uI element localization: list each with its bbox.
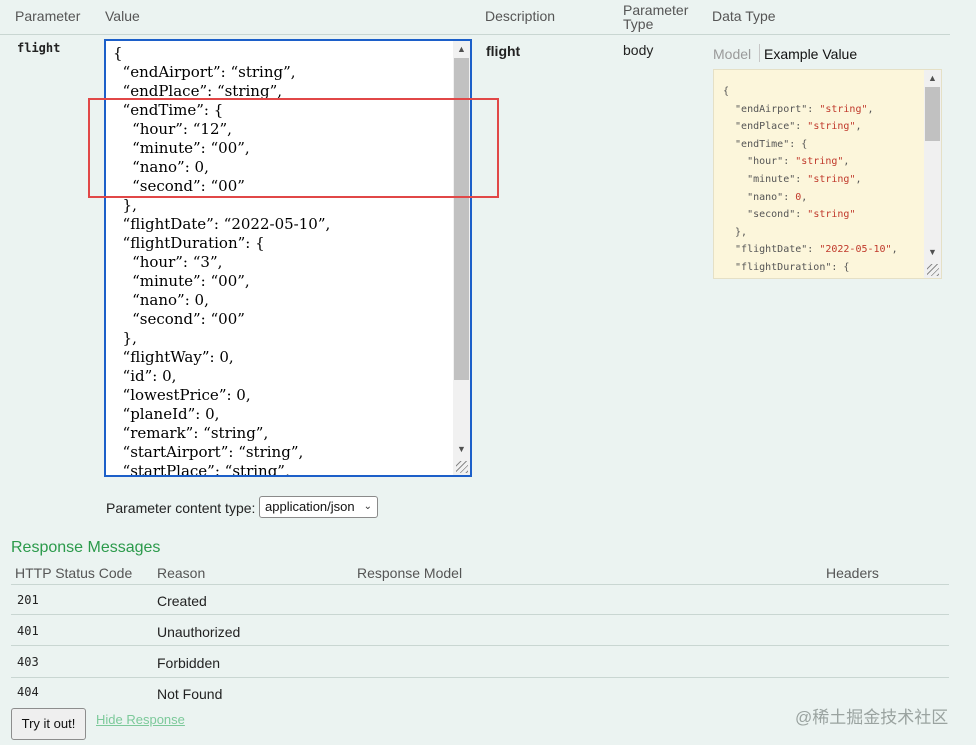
- body-value-editor[interactable]: { “endAirport”: “string”, “endPlace”: “s…: [104, 39, 472, 477]
- reason-cell: Created: [157, 593, 207, 609]
- body-value-text[interactable]: { “endAirport”: “string”, “endPlace”: “s…: [106, 41, 470, 475]
- header-value: Value: [105, 8, 140, 24]
- param-description: flight: [486, 43, 521, 59]
- editor-scroll-thumb[interactable]: [454, 58, 469, 380]
- status-code-cell: 401: [17, 624, 39, 638]
- example-line: "endAirport": "string",: [723, 103, 874, 115]
- header-http-status-code: HTTP Status Code: [15, 565, 133, 581]
- try-it-out-button[interactable]: Try it out!: [11, 708, 86, 740]
- header-parameter-type-line2: Type: [623, 16, 654, 32]
- response-divider: [11, 614, 949, 615]
- example-value-box[interactable]: { "endAirport": "string", "endPlace": "s…: [713, 69, 942, 279]
- example-line: "minute": "string",: [723, 173, 862, 185]
- header-data-type: Data Type: [712, 8, 776, 24]
- editor-scrollbar[interactable]: ▲ ▼: [453, 41, 470, 475]
- content-type-label: Parameter content type:: [106, 500, 256, 516]
- param-name: flight: [17, 41, 61, 55]
- hide-response-link[interactable]: Hide Response: [96, 712, 185, 727]
- response-messages-title: Response Messages: [11, 539, 161, 556]
- header-reason: Reason: [157, 565, 206, 581]
- status-code-cell: 403: [17, 655, 39, 669]
- tab-model[interactable]: Model: [713, 46, 751, 62]
- response-divider: [11, 584, 949, 585]
- tab-example-value[interactable]: Example Value: [764, 46, 857, 62]
- example-scroll-thumb[interactable]: [925, 87, 940, 141]
- tab-divider: [759, 44, 760, 62]
- status-code-cell: 201: [17, 593, 39, 607]
- reason-cell: Not Found: [157, 686, 223, 702]
- example-value-code[interactable]: { "endAirport": "string", "endPlace": "s…: [714, 70, 941, 278]
- example-line: {: [723, 86, 730, 97]
- scroll-up-arrow-icon[interactable]: ▲: [924, 71, 941, 86]
- header-parameter-type: Parameter Type: [623, 3, 688, 37]
- example-line: "nano": 0,: [723, 191, 808, 203]
- example-scrollbar[interactable]: ▲ ▼: [924, 70, 941, 278]
- header-description: Description: [485, 8, 556, 24]
- resize-grip-icon[interactable]: [456, 461, 468, 473]
- example-line: "endPlace": "string",: [723, 121, 862, 133]
- chevron-down-icon: ⌄: [363, 501, 372, 512]
- param-type: body: [623, 42, 654, 58]
- watermark: @稀土掘金技术社区: [795, 708, 949, 727]
- scroll-down-arrow-icon[interactable]: ▼: [453, 442, 470, 457]
- reason-cell: Forbidden: [157, 655, 221, 671]
- header-parameter-type-line1: Parameter: [623, 2, 689, 18]
- example-line: "flightDuration": {: [723, 261, 850, 273]
- header-headers: Headers: [826, 565, 879, 581]
- scroll-down-arrow-icon[interactable]: ▼: [924, 245, 941, 260]
- example-line: "flightDate": "2022-05-10",: [723, 244, 898, 256]
- example-line: "endTime": {: [723, 138, 808, 150]
- header-parameter: Parameter: [15, 8, 81, 24]
- response-divider: [11, 645, 949, 646]
- reason-cell: Unauthorized: [157, 624, 241, 640]
- resize-grip-icon[interactable]: [927, 264, 939, 276]
- scroll-up-arrow-icon[interactable]: ▲: [453, 42, 470, 57]
- header-divider: [0, 34, 950, 35]
- content-type-value: application/json: [265, 499, 355, 514]
- example-line: "hour": "string",: [723, 156, 850, 168]
- response-divider: [11, 677, 949, 678]
- content-type-select[interactable]: application/json ⌄: [259, 496, 378, 518]
- example-line: "second": "string": [723, 209, 856, 221]
- header-response-model: Response Model: [357, 565, 463, 581]
- example-line: },: [723, 226, 748, 238]
- status-code-cell: 404: [17, 685, 39, 699]
